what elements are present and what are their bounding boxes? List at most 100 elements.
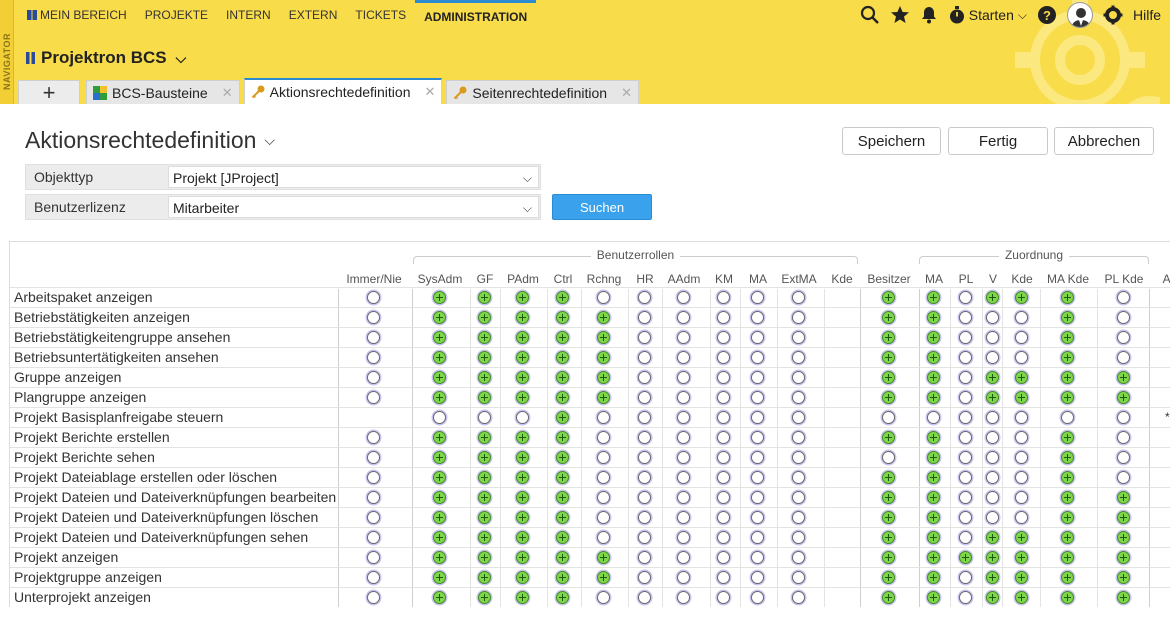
permission-toggle[interactable] (959, 291, 972, 304)
permission-granted-toggle[interactable] (516, 391, 529, 404)
permission-toggle[interactable] (1015, 491, 1028, 504)
permission-toggle[interactable] (751, 331, 764, 344)
permission-toggle[interactable] (792, 351, 805, 364)
permission-toggle[interactable] (1015, 511, 1028, 524)
permission-toggle[interactable] (677, 571, 690, 584)
permission-toggle[interactable] (959, 431, 972, 444)
permission-granted-toggle[interactable] (478, 311, 491, 324)
permission-toggle[interactable] (717, 331, 730, 344)
menu-intern[interactable]: INTERN (217, 0, 280, 30)
permission-granted-toggle[interactable] (556, 411, 569, 424)
permission-toggle[interactable] (959, 511, 972, 524)
permission-granted-toggle[interactable] (1117, 551, 1130, 564)
permission-toggle[interactable] (677, 591, 690, 604)
permission-toggle[interactable] (677, 291, 690, 304)
permission-toggle[interactable] (638, 531, 651, 544)
permission-granted-toggle[interactable] (516, 371, 529, 384)
menu-administration[interactable]: ADMINISTRATION (415, 0, 537, 30)
permission-toggle[interactable] (751, 471, 764, 484)
permission-granted-toggle[interactable] (986, 371, 999, 384)
permission-granted-toggle[interactable] (882, 551, 895, 564)
permission-toggle[interactable] (367, 471, 380, 484)
permission-toggle[interactable] (751, 571, 764, 584)
permission-toggle[interactable] (597, 451, 610, 464)
permission-granted-toggle[interactable] (882, 531, 895, 544)
permission-granted-toggle[interactable] (927, 591, 940, 604)
permission-toggle[interactable] (717, 351, 730, 364)
permission-toggle[interactable] (638, 311, 651, 324)
permission-granted-toggle[interactable] (927, 491, 940, 504)
permission-toggle[interactable] (792, 511, 805, 524)
permission-toggle[interactable] (1117, 331, 1130, 344)
permission-toggle[interactable] (638, 551, 651, 564)
permission-granted-toggle[interactable] (556, 371, 569, 384)
tab-seitenrechtedefinition[interactable]: Seitenrechtedefinition ✕ (446, 80, 639, 104)
permission-granted-toggle[interactable] (433, 531, 446, 544)
menu-tickets[interactable]: TICKETS (346, 0, 415, 30)
close-icon[interactable]: ✕ (425, 84, 436, 100)
permission-toggle[interactable] (751, 311, 764, 324)
permission-toggle[interactable] (677, 511, 690, 524)
permission-toggle[interactable] (959, 371, 972, 384)
permission-toggle[interactable] (433, 411, 446, 424)
permission-granted-toggle[interactable] (556, 431, 569, 444)
permission-granted-toggle[interactable] (1061, 511, 1074, 524)
permission-granted-toggle[interactable] (433, 511, 446, 524)
permission-toggle[interactable] (959, 311, 972, 324)
permission-granted-toggle[interactable] (1015, 551, 1028, 564)
permission-granted-toggle[interactable] (1061, 591, 1074, 604)
permission-granted-toggle[interactable] (556, 331, 569, 344)
permission-granted-toggle[interactable] (986, 531, 999, 544)
permission-granted-toggle[interactable] (433, 491, 446, 504)
permission-granted-toggle[interactable] (1061, 571, 1074, 584)
permission-toggle[interactable] (751, 491, 764, 504)
permission-toggle[interactable] (367, 331, 380, 344)
permission-granted-toggle[interactable] (556, 491, 569, 504)
permission-toggle[interactable] (677, 491, 690, 504)
permission-toggle[interactable] (751, 291, 764, 304)
permission-granted-toggle[interactable] (516, 511, 529, 524)
permission-granted-toggle[interactable] (556, 551, 569, 564)
permission-granted-toggle[interactable] (927, 531, 940, 544)
permission-granted-toggle[interactable] (478, 491, 491, 504)
permission-granted-toggle[interactable] (882, 331, 895, 344)
permission-granted-toggle[interactable] (478, 551, 491, 564)
permission-granted-toggle[interactable] (556, 511, 569, 524)
permission-toggle[interactable] (959, 571, 972, 584)
permission-granted-toggle[interactable] (433, 431, 446, 444)
permission-granted-toggle[interactable] (1061, 291, 1074, 304)
permission-granted-toggle[interactable] (1015, 291, 1028, 304)
permission-granted-toggle[interactable] (1061, 471, 1074, 484)
permission-toggle[interactable] (597, 291, 610, 304)
permission-toggle[interactable] (717, 431, 730, 444)
permission-toggle[interactable] (959, 351, 972, 364)
permission-toggle[interactable] (751, 531, 764, 544)
permission-toggle[interactable] (367, 351, 380, 364)
permission-toggle[interactable] (677, 311, 690, 324)
permission-toggle[interactable] (986, 471, 999, 484)
permission-toggle[interactable] (792, 531, 805, 544)
permission-toggle[interactable] (792, 571, 805, 584)
permission-granted-toggle[interactable] (478, 291, 491, 304)
permission-toggle[interactable] (959, 531, 972, 544)
permission-granted-toggle[interactable] (986, 551, 999, 564)
permission-granted-toggle[interactable] (927, 431, 940, 444)
permission-granted-toggle[interactable] (516, 351, 529, 364)
permission-toggle[interactable] (959, 411, 972, 424)
permission-toggle[interactable] (927, 411, 940, 424)
permission-toggle[interactable] (751, 431, 764, 444)
permission-toggle[interactable] (638, 451, 651, 464)
permission-granted-toggle[interactable] (478, 451, 491, 464)
permission-toggle[interactable] (959, 391, 972, 404)
permission-toggle[interactable] (717, 451, 730, 464)
favorites-button[interactable] (890, 5, 910, 25)
permission-granted-toggle[interactable] (927, 311, 940, 324)
permission-granted-toggle[interactable] (1061, 311, 1074, 324)
permission-toggle[interactable] (597, 471, 610, 484)
permission-granted-toggle[interactable] (516, 471, 529, 484)
permission-granted-toggle[interactable] (927, 571, 940, 584)
permission-granted-toggle[interactable] (556, 531, 569, 544)
permission-toggle[interactable] (1015, 311, 1028, 324)
permission-toggle[interactable] (986, 451, 999, 464)
permission-granted-toggle[interactable] (986, 571, 999, 584)
